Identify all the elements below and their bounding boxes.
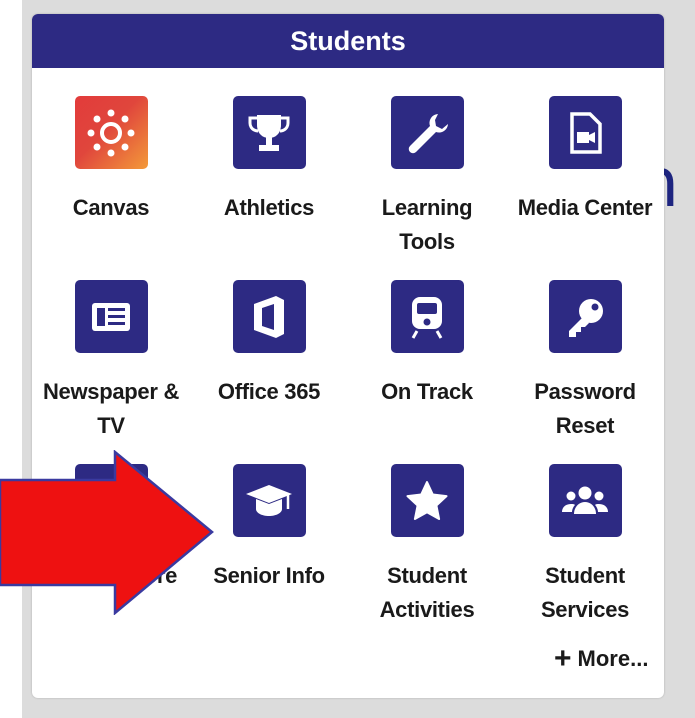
tile-label: Student Activities (379, 563, 475, 622)
tile-password-reset[interactable]: Password Reset (506, 280, 664, 450)
tile-label: Learning Tools (381, 195, 473, 254)
graduation-cap-icon (232, 464, 306, 537)
key-icon (548, 280, 622, 353)
tile-athletics[interactable]: Athletics (190, 96, 348, 266)
tile-label: Password Reset (534, 379, 636, 438)
tile-label: On Track (381, 379, 473, 404)
tile-student-activities[interactable]: Student Activities (348, 464, 506, 634)
more-label: More... (577, 646, 649, 671)
tile-label: Canvas (72, 195, 150, 220)
wrench-icon (390, 96, 464, 169)
tile-label: Athletics (223, 195, 315, 220)
newspaper-icon (74, 280, 148, 353)
tile-canvas[interactable]: Canvas (32, 96, 190, 266)
tile-label: Office 365 (217, 379, 321, 404)
plus-icon: + (554, 642, 572, 675)
tile-label: Media Center (517, 195, 653, 220)
tile-office-365[interactable]: Office 365 (190, 280, 348, 450)
trophy-icon (232, 96, 306, 169)
tile-label: Student Services (540, 563, 630, 622)
red-arrow-annotation (0, 450, 214, 615)
tile-media-center[interactable]: Media Center (506, 96, 664, 266)
tile-label: Newspaper & TV (42, 379, 180, 438)
tile-learning-tools[interactable]: Learning Tools (348, 96, 506, 266)
tile-label: Senior Info (213, 563, 325, 588)
panel-header: Students (32, 14, 664, 68)
tile-on-track[interactable]: On Track (348, 280, 506, 450)
train-icon (390, 280, 464, 353)
tile-student-services[interactable]: Student Services (506, 464, 664, 634)
more-link[interactable]: + More... (554, 641, 674, 677)
star-icon (390, 464, 464, 537)
users-icon (548, 464, 622, 537)
video-file-icon (548, 96, 622, 169)
tile-newspaper-tv[interactable]: Newspaper & TV (32, 280, 190, 450)
office-icon (232, 280, 306, 353)
canvas-logo-icon (74, 96, 148, 169)
